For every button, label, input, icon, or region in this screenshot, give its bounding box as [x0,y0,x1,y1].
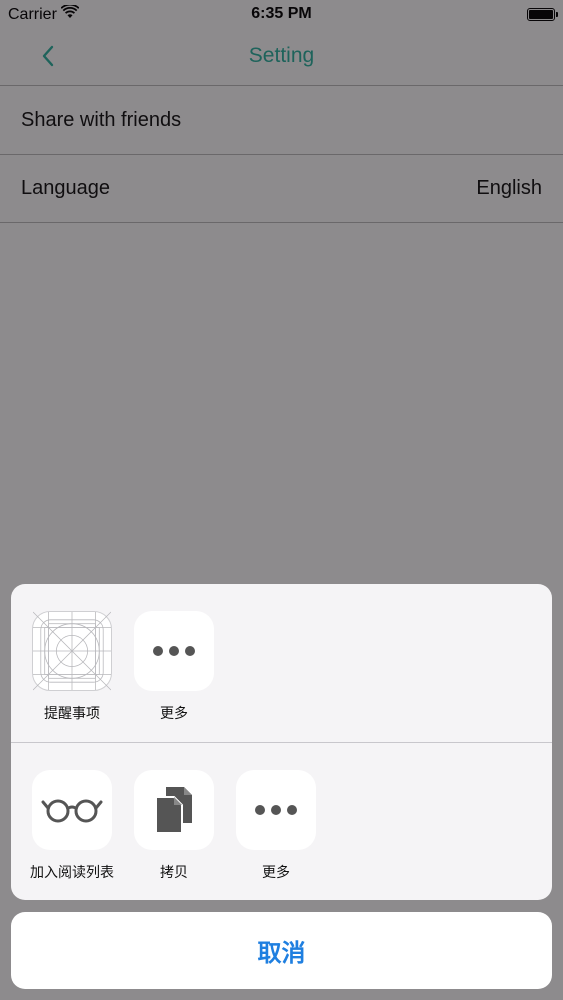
action-label: 更多 [262,865,290,881]
share-app-label: 更多 [160,706,188,722]
more-icon [134,611,214,691]
reading-glasses-icon [32,770,112,850]
more-icon [236,770,316,850]
action-copy[interactable]: 拷贝 [124,770,224,890]
settings-screen: Carrier 6:35 PM Setting Share with frien… [0,0,563,1000]
cancel-button[interactable]: 取消 [11,912,552,989]
copy-icon [134,770,214,850]
sheet-divider [11,742,552,743]
share-app-reminders[interactable]: 提醒事项 [22,611,122,731]
action-more[interactable]: 更多 [226,770,326,890]
action-add-reading-list[interactable]: 加入阅读列表 [22,770,122,890]
share-sheet: 提醒事项 更多 加入阅读列表 拷贝 更多 [11,584,552,900]
share-app-more[interactable]: 更多 [124,611,224,731]
reminders-icon [32,611,112,691]
